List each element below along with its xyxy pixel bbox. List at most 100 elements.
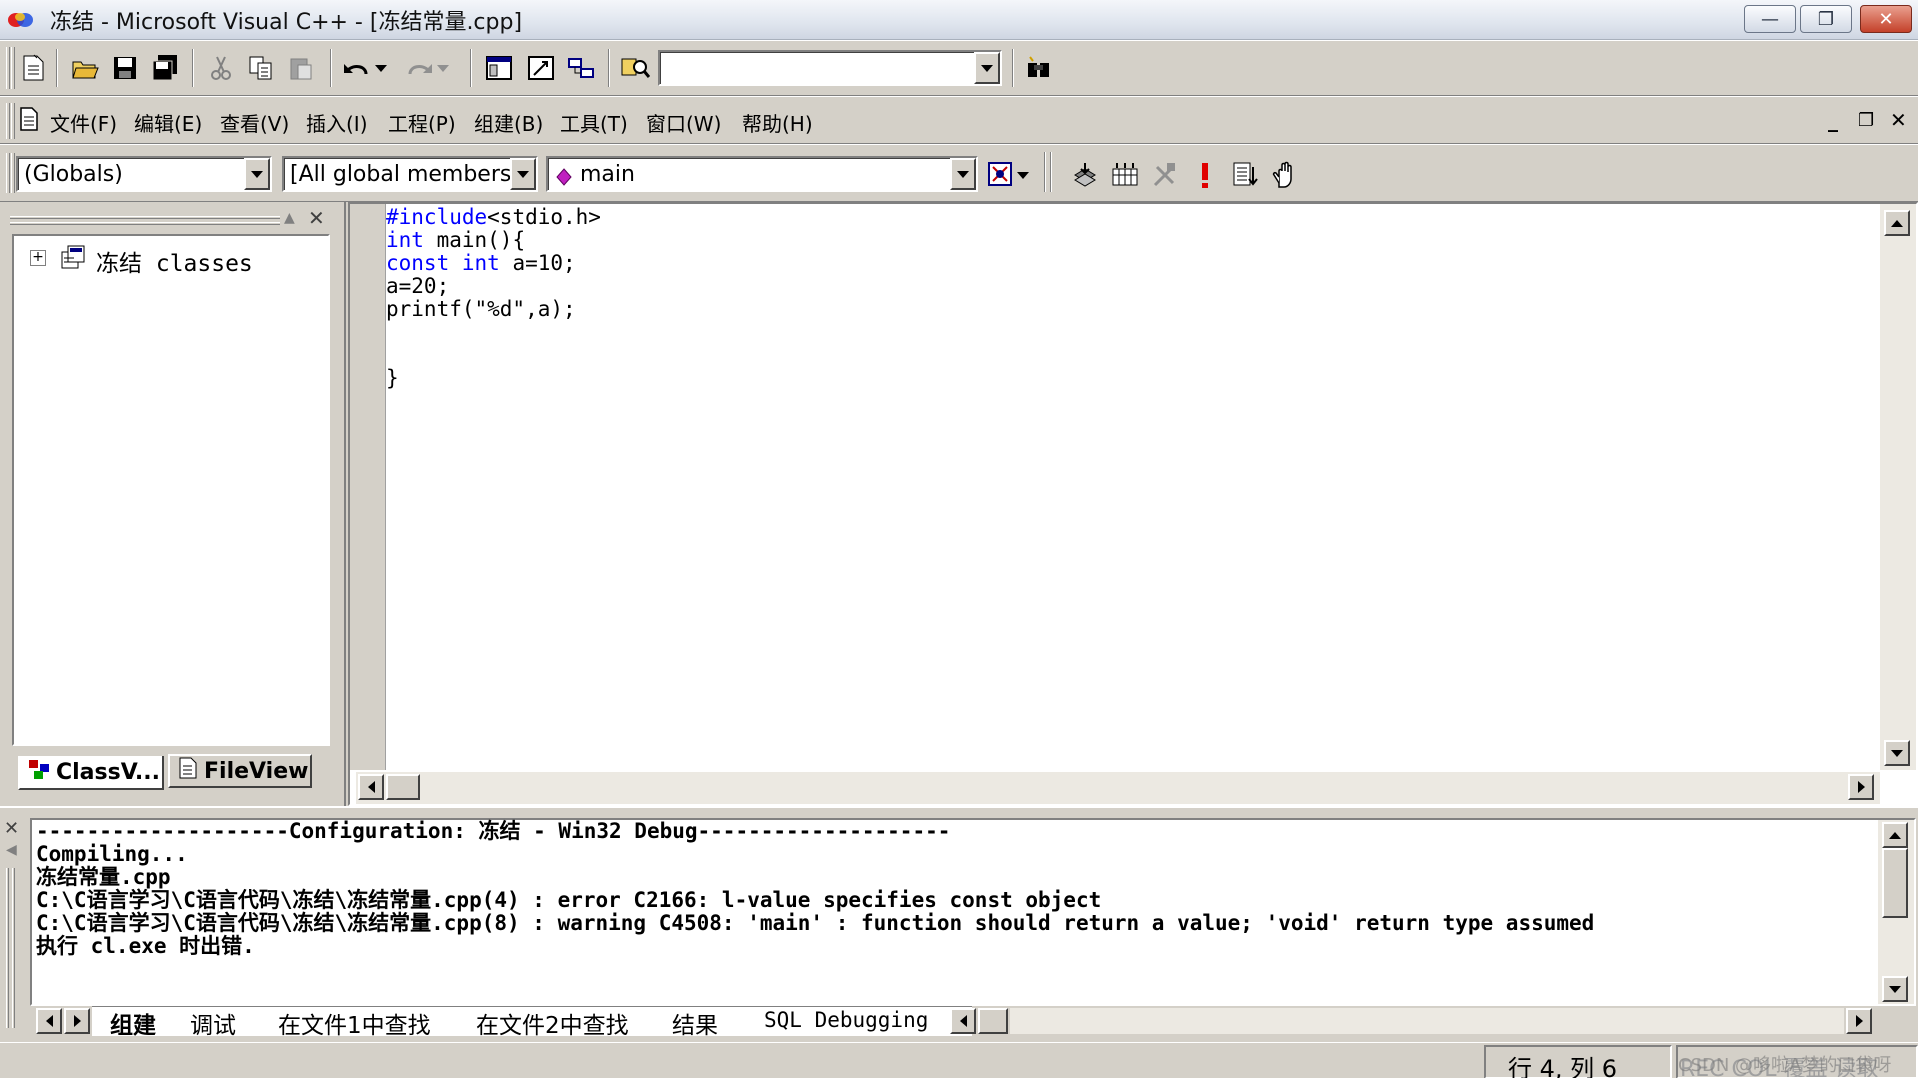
code-line[interactable]: #include<stdio.h>	[386, 206, 601, 229]
close-button[interactable]: ✕	[1860, 5, 1912, 33]
execute-icon[interactable]	[1188, 158, 1222, 192]
output-line[interactable]: C:\C语言学习\C语言代码\冻结\冻结常量.cpp(8) : warning …	[36, 912, 1594, 935]
tab-fileview[interactable]: FileView	[168, 754, 312, 788]
output-tabs-left-icon[interactable]	[36, 1008, 62, 1034]
mdi-restore-button[interactable]: ❐	[1858, 110, 1874, 131]
output-tab-find2[interactable]: 在文件2中查找	[476, 1006, 629, 1040]
build-icon[interactable]	[1108, 158, 1142, 192]
output-scroll-up-icon[interactable]	[1882, 822, 1908, 848]
output-text: --------------------Configuration: 冻结 - …	[36, 820, 1594, 958]
code-line[interactable]: a=20;	[386, 275, 601, 298]
code-line[interactable]: printf("%d",a);	[386, 298, 601, 321]
undo-icon[interactable]	[340, 51, 374, 85]
workspace-maximize-icon[interactable]: ▲	[284, 210, 295, 226]
stop-build-icon[interactable]	[1148, 158, 1182, 192]
editor-vscroll[interactable]	[1880, 204, 1916, 770]
members-dropdown-icon[interactable]	[510, 158, 536, 190]
code-line[interactable]	[386, 344, 601, 367]
visual-cpp-app-icon	[6, 8, 36, 32]
output-line[interactable]: Compiling...	[36, 843, 1594, 866]
paste-icon[interactable]	[284, 51, 318, 85]
compile-icon[interactable]	[1068, 158, 1102, 192]
save-all-icon[interactable]	[148, 51, 182, 85]
find-binoculars-icon[interactable]	[1022, 51, 1056, 85]
output-line[interactable]: --------------------Configuration: 冻结 - …	[36, 820, 1594, 843]
class-tree-view[interactable]: + 冻结 classes	[12, 234, 330, 746]
tree-root-label[interactable]: 冻结 classes	[96, 244, 253, 278]
output-scroll-down-icon[interactable]	[1882, 976, 1908, 1002]
copy-icon[interactable]	[244, 51, 278, 85]
output-vscroll[interactable]	[1878, 820, 1914, 1004]
menu-edit[interactable]: 编辑(E)	[134, 108, 202, 137]
menu-project[interactable]: 工程(P)	[388, 108, 456, 137]
scroll-left-icon[interactable]	[358, 774, 384, 800]
menu-view[interactable]: 查看(V)	[220, 108, 289, 137]
output-window-icon[interactable]	[524, 51, 558, 85]
menu-insert[interactable]: 插入(I)	[306, 108, 368, 137]
code-line[interactable]: int main(){	[386, 229, 601, 252]
code-line[interactable]: }	[386, 367, 601, 390]
output-tab-results[interactable]: 结果	[672, 1006, 718, 1040]
output-tabs-right-icon[interactable]	[64, 1008, 90, 1034]
find-in-files-icon[interactable]	[618, 51, 652, 85]
code-editor[interactable]: #include<stdio.h> int main(){const int a=…	[348, 202, 1918, 806]
go-debug-icon[interactable]	[1228, 158, 1262, 192]
output-hscroll-right-icon[interactable]	[1846, 1008, 1872, 1034]
redo-dropdown-icon[interactable]	[434, 51, 452, 85]
menu-window[interactable]: 窗口(W)	[646, 108, 721, 137]
mdi-close-button[interactable]: ✕	[1890, 108, 1907, 132]
output-hscroll-left-icon[interactable]	[950, 1008, 976, 1034]
find-combo[interactable]	[658, 50, 1002, 86]
menu-tools[interactable]: 工具(T)	[560, 108, 628, 137]
breakpoint-hand-icon[interactable]	[1268, 158, 1302, 192]
minimize-button[interactable]: —	[1744, 5, 1796, 33]
code-text-segment: a=20;	[386, 274, 450, 298]
restore-button[interactable]: ❐	[1800, 5, 1852, 33]
scope-combo[interactable]: (Globals)	[16, 156, 272, 192]
cut-icon[interactable]	[204, 51, 238, 85]
output-line[interactable]: C:\C语言学习\C语言代码\冻结\冻结常量.cpp(4) : error C2…	[36, 889, 1594, 912]
output-text-area[interactable]: --------------------Configuration: 冻结 - …	[30, 818, 1916, 1006]
code-text[interactable]: #include<stdio.h> int main(){const int a=…	[386, 206, 601, 390]
menu-file[interactable]: 文件(F)	[50, 108, 117, 137]
redo-icon[interactable]	[402, 51, 436, 85]
workspace-window-icon[interactable]	[482, 51, 516, 85]
output-vscroll-thumb[interactable]	[1882, 848, 1908, 918]
tab-classview[interactable]: ClassV...	[18, 756, 164, 790]
code-line[interactable]: const int a=10;	[386, 252, 601, 275]
workspace-close-icon[interactable]: ✕	[308, 206, 325, 230]
mdi-minimize-button[interactable]: _	[1828, 108, 1838, 132]
tree-expander-icon[interactable]: +	[30, 250, 46, 266]
output-maximize-icon[interactable]: ◀	[6, 842, 17, 858]
menu-help[interactable]: 帮助(H)	[742, 108, 813, 137]
wizard-action-icon[interactable]	[984, 158, 1018, 192]
classes-icon	[60, 244, 88, 277]
hscroll-thumb[interactable]	[386, 774, 420, 800]
window-list-icon[interactable]	[564, 51, 598, 85]
find-combo-dropdown-icon[interactable]	[974, 52, 1000, 84]
scroll-right-icon[interactable]	[1848, 774, 1874, 800]
scope-dropdown-icon[interactable]	[244, 158, 270, 190]
editor-hscroll[interactable]	[356, 772, 1880, 804]
output-line[interactable]: 执行 cl.exe 时出错.	[36, 935, 1594, 958]
output-tab-debug[interactable]: 调试	[190, 1006, 236, 1040]
function-dropdown-icon[interactable]	[950, 158, 976, 190]
scroll-down-icon[interactable]	[1884, 740, 1910, 766]
wizard-action-dropdown-icon[interactable]	[1014, 158, 1032, 192]
code-text-segment: a=10;	[499, 251, 576, 275]
function-combo[interactable]: main	[546, 156, 978, 192]
members-combo[interactable]: [All global members	[282, 156, 538, 192]
menu-build[interactable]: 组建(B)	[474, 108, 543, 137]
undo-dropdown-icon[interactable]	[372, 51, 390, 85]
output-tab-find1[interactable]: 在文件1中查找	[278, 1006, 431, 1040]
open-folder-icon[interactable]	[68, 51, 102, 85]
scroll-up-icon[interactable]	[1884, 210, 1910, 236]
code-line[interactable]	[386, 321, 601, 344]
output-close-icon[interactable]: ✕	[4, 818, 19, 839]
output-line[interactable]: 冻结常量.cpp	[36, 866, 1594, 889]
output-tab-build[interactable]: 组建	[110, 1006, 156, 1040]
output-hscroll-thumb[interactable]	[978, 1008, 1008, 1034]
new-text-file-icon[interactable]	[16, 51, 50, 85]
output-tab-sql-debugging[interactable]: SQL Debugging	[764, 1008, 928, 1032]
save-icon[interactable]	[108, 51, 142, 85]
